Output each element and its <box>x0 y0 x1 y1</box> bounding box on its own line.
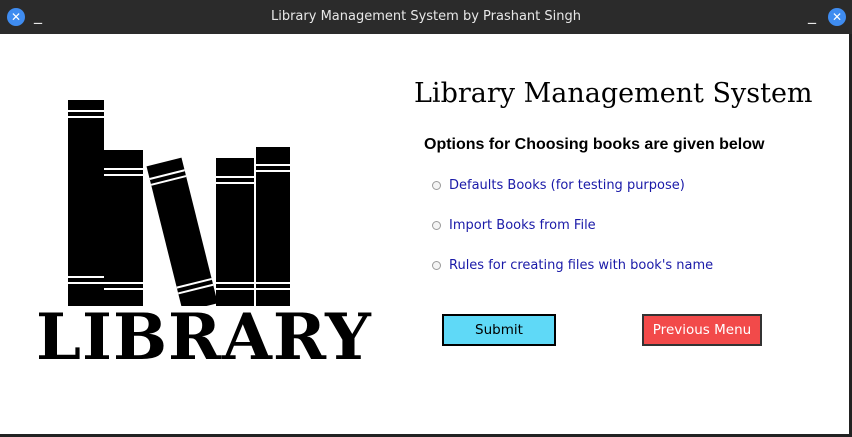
bookshelf-icon <box>38 100 322 320</box>
previous-menu-button[interactable]: Previous Menu <box>642 314 762 346</box>
option-import-books[interactable]: Import Books from File <box>432 215 596 235</box>
close-icon[interactable]: ✕ <box>828 8 846 26</box>
logo-text: LIBRARY <box>36 300 372 375</box>
option-label: Defaults Books (for testing purpose) <box>449 177 685 193</box>
library-logo: LIBRARY <box>36 66 372 396</box>
window-title: Library Management System by Prashant Si… <box>270 9 581 24</box>
options-instructions: Options for Choosing books are given bel… <box>424 136 765 153</box>
option-label: Rules for creating files with book's nam… <box>449 257 714 273</box>
radio-button[interactable] <box>432 180 441 190</box>
option-default-books[interactable]: Defaults Books (for testing purpose) <box>432 175 685 195</box>
option-file-rules[interactable]: Rules for creating files with book's nam… <box>432 255 713 275</box>
radio-button[interactable] <box>432 260 441 270</box>
option-label: Import Books from File <box>449 217 596 233</box>
page-title: Library Management System <box>414 78 813 109</box>
submit-button[interactable]: Submit <box>442 314 556 346</box>
title-bar: ✕ _ Library Management System by Prashan… <box>0 0 852 34</box>
minimize-icon[interactable]: _ <box>808 7 816 23</box>
radio-button[interactable] <box>432 220 441 230</box>
